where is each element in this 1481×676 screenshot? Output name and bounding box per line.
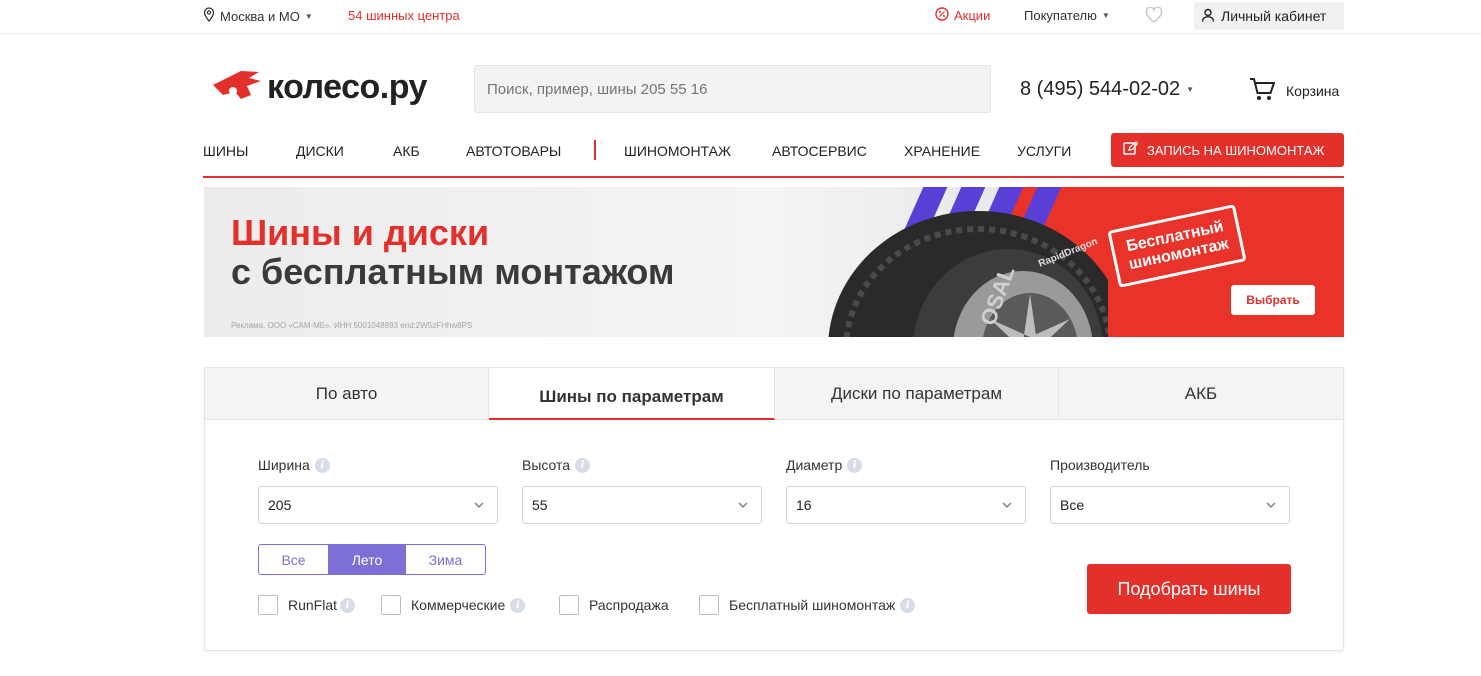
percent-badge-icon: [935, 7, 949, 24]
nav-item-autoservice[interactable]: Автосервис: [772, 143, 867, 159]
tab-by-car[interactable]: По авто: [205, 368, 489, 420]
manufacturer-value: Все: [1060, 497, 1085, 513]
phone-selector[interactable]: 8 (495) 544-02-02 ▼: [1020, 78, 1194, 101]
tab-wheels-by-params[interactable]: Диски по параметрам: [775, 368, 1059, 420]
manufacturer-label: Производитель: [1050, 457, 1150, 473]
info-icon[interactable]: i: [340, 597, 356, 613]
find-tyres-button[interactable]: Подобрать шины: [1087, 564, 1291, 614]
logo-text: колесо.ру: [267, 68, 427, 106]
diameter-value: 16: [796, 497, 812, 513]
promo-banner[interactable]: RapidDragon OSAL Шины и диски с бесплатн…: [204, 187, 1344, 337]
season-winter[interactable]: Зима: [405, 545, 485, 574]
checkbox-box[interactable]: [699, 595, 719, 615]
width-select[interactable]: 205: [258, 486, 498, 524]
commercial-checkbox[interactable]: Коммерческие i: [381, 595, 526, 615]
nav-item-storage[interactable]: Хранение: [904, 143, 980, 159]
nav-item-autogoods[interactable]: Автотовары: [466, 143, 561, 159]
tab-batteries[interactable]: АКБ: [1059, 368, 1343, 420]
phone-number: 8 (495) 544-02-02: [1020, 78, 1181, 100]
cart-label: Корзина: [1286, 82, 1340, 99]
info-icon[interactable]: i: [510, 597, 526, 613]
runflat-checkbox[interactable]: RunFlat i: [258, 595, 356, 615]
banner-choose-button[interactable]: Выбрать: [1231, 285, 1315, 315]
account-button[interactable]: Личный кабинет: [1194, 2, 1344, 30]
checkbox-box[interactable]: [258, 595, 278, 615]
promo-link[interactable]: Акции: [935, 7, 990, 24]
caret-down-icon: ▼: [1186, 85, 1195, 94]
banner-title: Шины и диски: [231, 212, 490, 253]
buyer-menu[interactable]: Покупателю ▼: [1024, 8, 1110, 23]
cart-button[interactable]: Корзина: [1248, 76, 1339, 105]
main-nav: Шины Диски АКБ Автотовары Шиномонтаж Авт…: [203, 133, 1344, 178]
width-label: Ширина i: [258, 457, 330, 473]
book-fitting-button[interactable]: Запись на шиномонтаж: [1111, 133, 1344, 167]
chevron-down-icon: [473, 498, 485, 514]
book-fitting-label: Запись на шиномонтаж: [1147, 142, 1325, 158]
location-label: Москва и МО: [220, 8, 300, 24]
tab-tyres-by-params[interactable]: Шины по параметрам: [489, 368, 775, 420]
height-select[interactable]: 55: [522, 486, 762, 524]
chevron-down-icon: [737, 498, 749, 514]
info-icon[interactable]: i: [314, 457, 330, 473]
diameter-label: Диаметр i: [786, 457, 863, 473]
free-fitting-checkbox[interactable]: Бесплатный шиномонтаж i: [699, 595, 916, 615]
account-label: Личный кабинет: [1221, 8, 1327, 24]
cart-icon: [1248, 76, 1276, 105]
free-fitting-label: Бесплатный шиномонтаж: [729, 597, 896, 613]
runflat-label: RunFlat: [288, 597, 338, 613]
caret-down-icon: ▼: [304, 11, 313, 21]
centers-link[interactable]: 54 шинных центра: [348, 8, 460, 23]
season-toggle: Все Лето Зима: [258, 544, 486, 575]
sale-checkbox[interactable]: Распродажа: [559, 595, 669, 615]
height-label: Высота i: [522, 457, 591, 473]
height-value: 55: [532, 497, 548, 513]
favorites-heart-icon[interactable]: [1145, 6, 1163, 28]
banner-legal-text: Реклама. ООО «САМ-МБ». ИНН 5001048893 er…: [231, 321, 473, 330]
manufacturer-select[interactable]: Все: [1050, 486, 1290, 524]
banner-subtitle: с бесплатным монтажом: [231, 251, 675, 292]
width-label-text: Ширина: [258, 457, 310, 473]
width-value: 205: [268, 497, 292, 513]
promo-label: Акции: [954, 8, 991, 23]
user-icon: [1201, 8, 1215, 25]
nav-item-tyre-fitting[interactable]: Шиномонтаж: [624, 143, 731, 159]
nav-item-tyres[interactable]: Шины: [203, 143, 248, 159]
season-summer[interactable]: Лето: [328, 545, 405, 574]
nav-divider: [594, 140, 596, 160]
buyer-label: Покупателю: [1024, 8, 1097, 23]
sale-label: Распродажа: [589, 597, 669, 613]
height-label-text: Высота: [522, 457, 571, 473]
tyre-filter-panel: По авто Шины по параметрам Диски по пара…: [204, 367, 1344, 651]
location-selector[interactable]: Москва и МО ▼: [203, 7, 313, 25]
site-logo[interactable]: колесо.ру: [211, 68, 427, 107]
checkbox-box[interactable]: [559, 595, 579, 615]
season-all[interactable]: Все: [259, 545, 328, 574]
edit-note-icon: [1123, 141, 1139, 159]
nav-item-batteries[interactable]: АКБ: [393, 143, 420, 159]
diameter-label-text: Диаметр: [786, 457, 843, 473]
search-input[interactable]: [474, 65, 991, 113]
map-pin-icon: [203, 7, 215, 25]
top-bar: Москва и МО ▼ 54 шинных центра Акции Пок…: [0, 0, 1481, 34]
info-icon[interactable]: i: [575, 457, 591, 473]
commercial-label: Коммерческие: [411, 597, 506, 613]
diameter-select[interactable]: 16: [786, 486, 1026, 524]
nav-item-services[interactable]: Услуги: [1017, 143, 1071, 159]
chevron-down-icon: [1265, 498, 1277, 514]
tyre-image: RapidDragon OSAL: [808, 209, 1128, 337]
checkbox-box[interactable]: [381, 595, 401, 615]
info-icon[interactable]: i: [900, 597, 916, 613]
nav-item-wheels[interactable]: Диски: [296, 143, 344, 159]
filter-tabs: По авто Шины по параметрам Диски по пара…: [205, 368, 1343, 420]
info-icon[interactable]: i: [847, 457, 863, 473]
car-logo-icon: [211, 69, 263, 106]
manufacturer-label-text: Производитель: [1050, 457, 1150, 473]
chevron-down-icon: [1001, 498, 1013, 514]
caret-down-icon: ▼: [1101, 11, 1110, 20]
